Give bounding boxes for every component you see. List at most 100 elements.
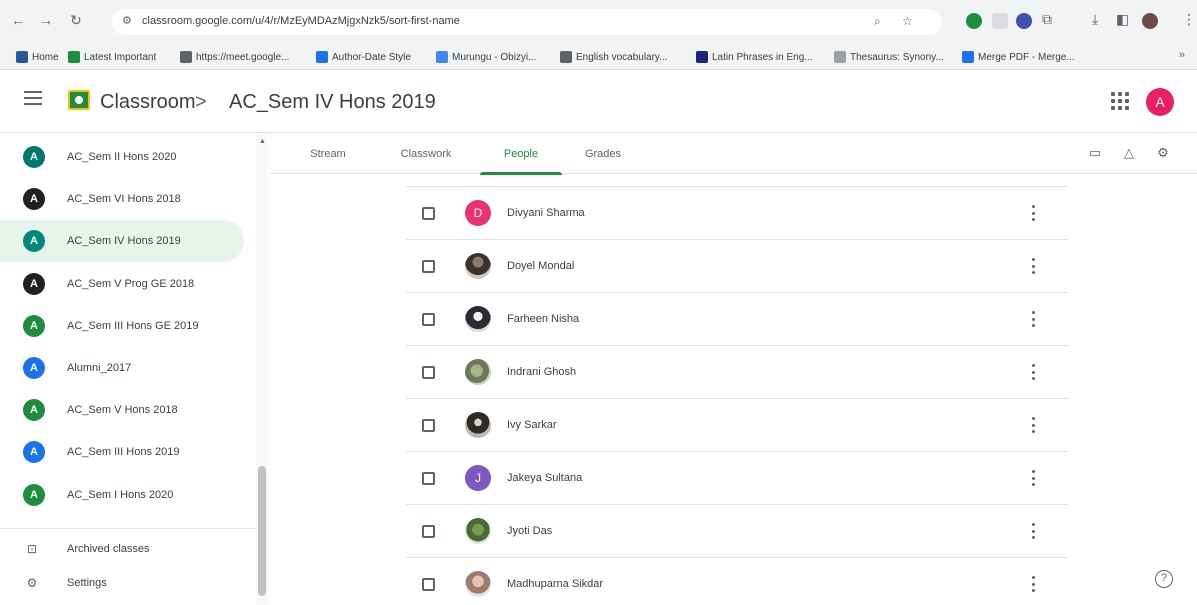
people-list: D Divyani Sharma Doyel Mondal Farheen Nisha… bbox=[406, 186, 1068, 605]
select-student-checkbox[interactable] bbox=[422, 419, 435, 432]
app-header: Classroom > AC_Sem IV Hons 2019 A bbox=[0, 71, 1197, 133]
side-panel-icon[interactable]: ◧ bbox=[1116, 11, 1129, 28]
profile-icon[interactable] bbox=[1142, 13, 1158, 29]
back-arrow-icon[interactable]: ← bbox=[10, 12, 26, 28]
person-row[interactable]: Farheen Nisha bbox=[406, 293, 1068, 346]
bookmark-icon bbox=[68, 51, 80, 63]
bookmark-item[interactable]: Latest Important bbox=[68, 49, 156, 65]
download-icon[interactable]: ⤓ bbox=[1092, 11, 1098, 28]
more-options-icon[interactable] bbox=[1030, 364, 1036, 380]
bookmark-item[interactable]: Latin Phrases in Eng... bbox=[696, 49, 813, 65]
bookmark-item[interactable]: English vocabulary... bbox=[560, 49, 668, 65]
bookmark-item[interactable]: Author-Date Style bbox=[316, 49, 411, 65]
address-bar[interactable]: ⚙ classroom.google.com/u/4/r/MzEyMDAzMjg… bbox=[112, 9, 942, 35]
person-row[interactable]: Doyel Mondal bbox=[406, 240, 1068, 293]
sidebar-class-item[interactable]: A AC_Sem IV Hons 2019 bbox=[0, 220, 244, 263]
class-tabs: Stream Classwork People Grades ▭ △ ⚙ bbox=[270, 134, 1197, 175]
more-options-icon[interactable] bbox=[1030, 523, 1036, 539]
google-lens-icon[interactable]: ⌕ bbox=[874, 14, 881, 29]
tab-people[interactable]: People bbox=[480, 134, 562, 175]
bookmark-item[interactable]: Thesaurus: Synony... bbox=[834, 49, 944, 65]
archived-classes-label: Archived classes bbox=[67, 543, 150, 555]
bookmark-label: Latest Important bbox=[84, 51, 157, 63]
sidebar-class-label: AC_Sem III Hons GE 2019 bbox=[67, 319, 199, 332]
hamburger-menu-icon[interactable] bbox=[24, 91, 42, 105]
bookmark-label: https://meet.google... bbox=[196, 51, 290, 63]
person-row[interactable]: J Jakeya Sultana bbox=[406, 452, 1068, 505]
more-bookmarks-icon[interactable]: » bbox=[1179, 49, 1185, 61]
url-text[interactable]: classroom.google.com/u/4/r/MzEyMDAzMjgxN… bbox=[142, 15, 460, 27]
more-options-icon[interactable] bbox=[1030, 258, 1036, 274]
browser-menu-icon[interactable]: ⋮ bbox=[1182, 11, 1196, 28]
scroll-up-arrow-icon[interactable]: ▲ bbox=[259, 138, 266, 145]
site-info-icon[interactable]: ⚙ bbox=[122, 14, 132, 27]
select-student-checkbox[interactable] bbox=[422, 313, 435, 326]
more-options-icon[interactable] bbox=[1030, 470, 1036, 486]
extension-doc-icon[interactable] bbox=[992, 13, 1008, 29]
person-row[interactable]: Indrani Ghosh bbox=[406, 346, 1068, 399]
forward-arrow-icon[interactable]: → bbox=[38, 12, 54, 28]
settings-gear-icon: ⚙ bbox=[26, 576, 38, 590]
bookmark-item[interactable]: https://meet.google... bbox=[180, 49, 289, 65]
bookmark-star-icon[interactable]: ☆ bbox=[902, 14, 913, 28]
tab-grades[interactable]: Grades bbox=[570, 134, 636, 174]
extensions-puzzle-icon[interactable]: ⧉ bbox=[1042, 11, 1052, 28]
tab-stream[interactable]: Stream bbox=[300, 134, 356, 174]
calendar-icon[interactable]: ▭ bbox=[1087, 145, 1103, 161]
sidebar-class-item[interactable]: A Alumni_2017 bbox=[0, 347, 244, 389]
more-options-icon[interactable] bbox=[1030, 311, 1036, 327]
sidebar-class-label: AC_Sem IV Hons 2019 bbox=[67, 235, 181, 248]
select-student-checkbox[interactable] bbox=[422, 525, 435, 538]
sidebar-class-item[interactable]: A AC_Sem V Hons 2018 bbox=[0, 389, 244, 431]
bookmark-icon bbox=[180, 51, 192, 63]
reload-icon[interactable]: ↻ bbox=[68, 12, 84, 28]
app-name[interactable]: Classroom bbox=[100, 91, 196, 114]
sidebar-class-item[interactable]: A AC_Sem VI Hons 2018 bbox=[0, 178, 244, 220]
select-student-checkbox[interactable] bbox=[422, 260, 435, 273]
class-settings-icon[interactable]: ⚙ bbox=[1155, 145, 1171, 161]
sidebar: ⊡ Archived classes ⚙ Settings A AC_Sem II… bbox=[0, 134, 270, 605]
archived-classes-link[interactable]: ⊡ Archived classes bbox=[0, 532, 244, 566]
page-title: AC_Sem IV Hons 2019 bbox=[229, 91, 436, 113]
sidebar-class-item[interactable]: A AC_Sem III Hons 2019 bbox=[0, 431, 244, 473]
settings-link[interactable]: ⚙ Settings bbox=[0, 566, 244, 600]
bookmark-item[interactable]: Home bbox=[16, 49, 59, 65]
class-avatar: A bbox=[23, 357, 45, 379]
sidebar-class-label: AC_Sem V Prog GE 2018 bbox=[67, 277, 195, 290]
sidebar-class-label: AC_Sem V Hons 2018 bbox=[67, 404, 178, 417]
bookmark-icon bbox=[560, 51, 572, 63]
google-apps-icon[interactable] bbox=[1109, 90, 1129, 110]
person-row[interactable]: D Divyani Sharma bbox=[406, 187, 1068, 240]
student-photo-avatar bbox=[465, 571, 491, 597]
drive-folder-icon[interactable]: △ bbox=[1121, 145, 1137, 161]
person-row[interactable]: Madhuparna Sikdar bbox=[406, 558, 1068, 605]
select-student-checkbox[interactable] bbox=[422, 366, 435, 379]
person-row[interactable]: Jyoti Das bbox=[406, 505, 1068, 558]
bookmark-label: English vocabulary... bbox=[576, 51, 668, 63]
bookmark-item[interactable]: Murungu - Obizyi... bbox=[436, 49, 536, 65]
extension-circle-icon[interactable] bbox=[1016, 13, 1032, 29]
bookmark-icon bbox=[962, 51, 974, 63]
more-options-icon[interactable] bbox=[1030, 417, 1036, 433]
tab-classwork[interactable]: Classwork bbox=[388, 134, 464, 174]
select-student-checkbox[interactable] bbox=[422, 207, 435, 220]
bookmark-label: Home bbox=[32, 51, 59, 63]
bookmark-icon bbox=[316, 51, 328, 63]
select-student-checkbox[interactable] bbox=[422, 578, 435, 591]
student-name: Doyel Mondal bbox=[507, 260, 575, 272]
bookmark-item[interactable]: Merge PDF - Merge... bbox=[962, 49, 1075, 65]
help-icon[interactable]: ? bbox=[1155, 570, 1173, 588]
sidebar-class-item[interactable]: A AC_Sem III Hons GE 2019 bbox=[0, 305, 244, 347]
sidebar-class-item[interactable]: A AC_Sem II Hons 2020 bbox=[0, 136, 244, 178]
sidebar-scroll-thumb[interactable] bbox=[258, 466, 266, 596]
select-student-checkbox[interactable] bbox=[422, 472, 435, 485]
classroom-logo[interactable] bbox=[68, 90, 90, 110]
more-options-icon[interactable] bbox=[1030, 205, 1036, 221]
extension-icon[interactable] bbox=[966, 13, 982, 29]
account-avatar[interactable]: A bbox=[1146, 88, 1174, 116]
sidebar-class-item[interactable]: A AC_Sem I Hons 2020 bbox=[0, 474, 244, 516]
bookmark-icon bbox=[696, 51, 708, 63]
sidebar-class-item[interactable]: A AC_Sem V Prog GE 2018 bbox=[0, 263, 244, 305]
person-row[interactable]: Ivy Sarkar bbox=[406, 399, 1068, 452]
more-options-icon[interactable] bbox=[1030, 576, 1036, 592]
